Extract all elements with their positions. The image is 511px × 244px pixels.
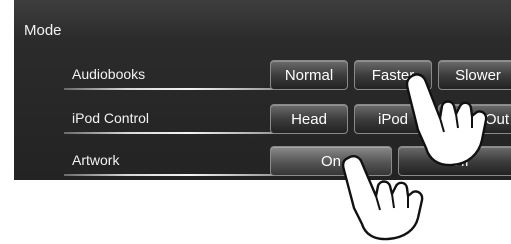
row-divider — [64, 132, 274, 134]
artwork-off-button[interactable]: Off — [398, 146, 511, 176]
audiobooks-normal-button[interactable]: Normal — [270, 60, 348, 90]
page-title: Mode — [24, 22, 62, 39]
row-divider — [64, 88, 274, 90]
setting-label-ipod-control: iPod Control — [72, 110, 150, 126]
ipod-control-ipod-button[interactable]: iPod — [354, 104, 432, 134]
audiobooks-faster-button[interactable]: Faster — [354, 60, 432, 90]
audiobooks-slower-button[interactable]: Slower — [438, 60, 511, 90]
ipod-control-head-button[interactable]: Head — [270, 104, 348, 134]
row-divider — [64, 174, 274, 176]
setting-label-audiobooks: Audiobooks — [72, 66, 146, 82]
artwork-on-button[interactable]: On — [270, 146, 392, 176]
setting-label-artwork: Artwork — [72, 152, 120, 168]
mode-settings-panel: Mode Audiobooks Normal Faster Slower iPo… — [14, 0, 511, 180]
ipod-control-out-button[interactable]: Out — [438, 104, 511, 134]
